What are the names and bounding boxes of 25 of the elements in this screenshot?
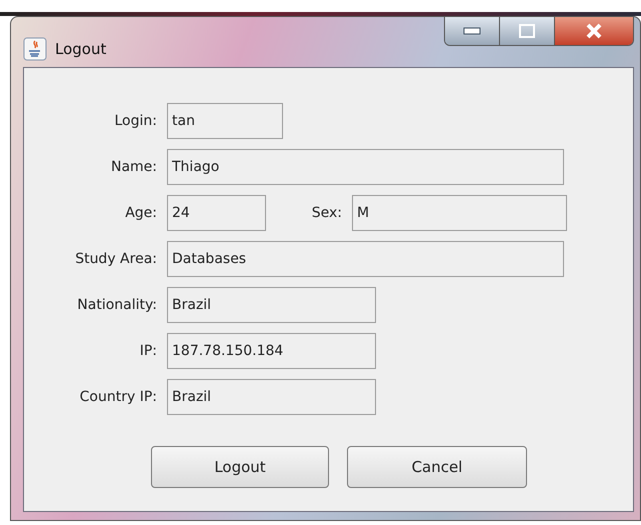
cancel-button[interactable]: Cancel [347,446,527,488]
maximize-icon [519,24,535,38]
field-label: Login: [114,112,158,130]
coffee-cup-icon [23,37,47,61]
field-label: Nationality: [76,296,158,314]
close-button[interactable] [555,17,633,45]
minimize-icon [463,27,481,35]
text-field[interactable]: tan [167,103,283,139]
text-field[interactable]: Brazil [167,379,376,415]
text-field[interactable]: M [352,195,567,231]
field-label: Name: [110,158,158,176]
text-field[interactable]: 187.78.150.184 [167,333,376,369]
field-label: Study Area: [74,250,158,268]
text-field[interactable]: Databases [167,241,564,277]
close-icon [585,23,603,39]
window-title: Logout [55,39,106,60]
minimize-button[interactable] [445,17,500,45]
field-label: Country IP: [78,388,158,406]
logout-button[interactable]: Logout [151,446,329,488]
text-field[interactable]: Brazil [167,287,376,323]
field-label: IP: [138,342,158,360]
field-label: Age: [124,204,158,222]
field-label: Sex: [310,204,343,222]
text-field[interactable]: 24 [167,195,266,231]
text-field[interactable]: Thiago [167,149,564,185]
